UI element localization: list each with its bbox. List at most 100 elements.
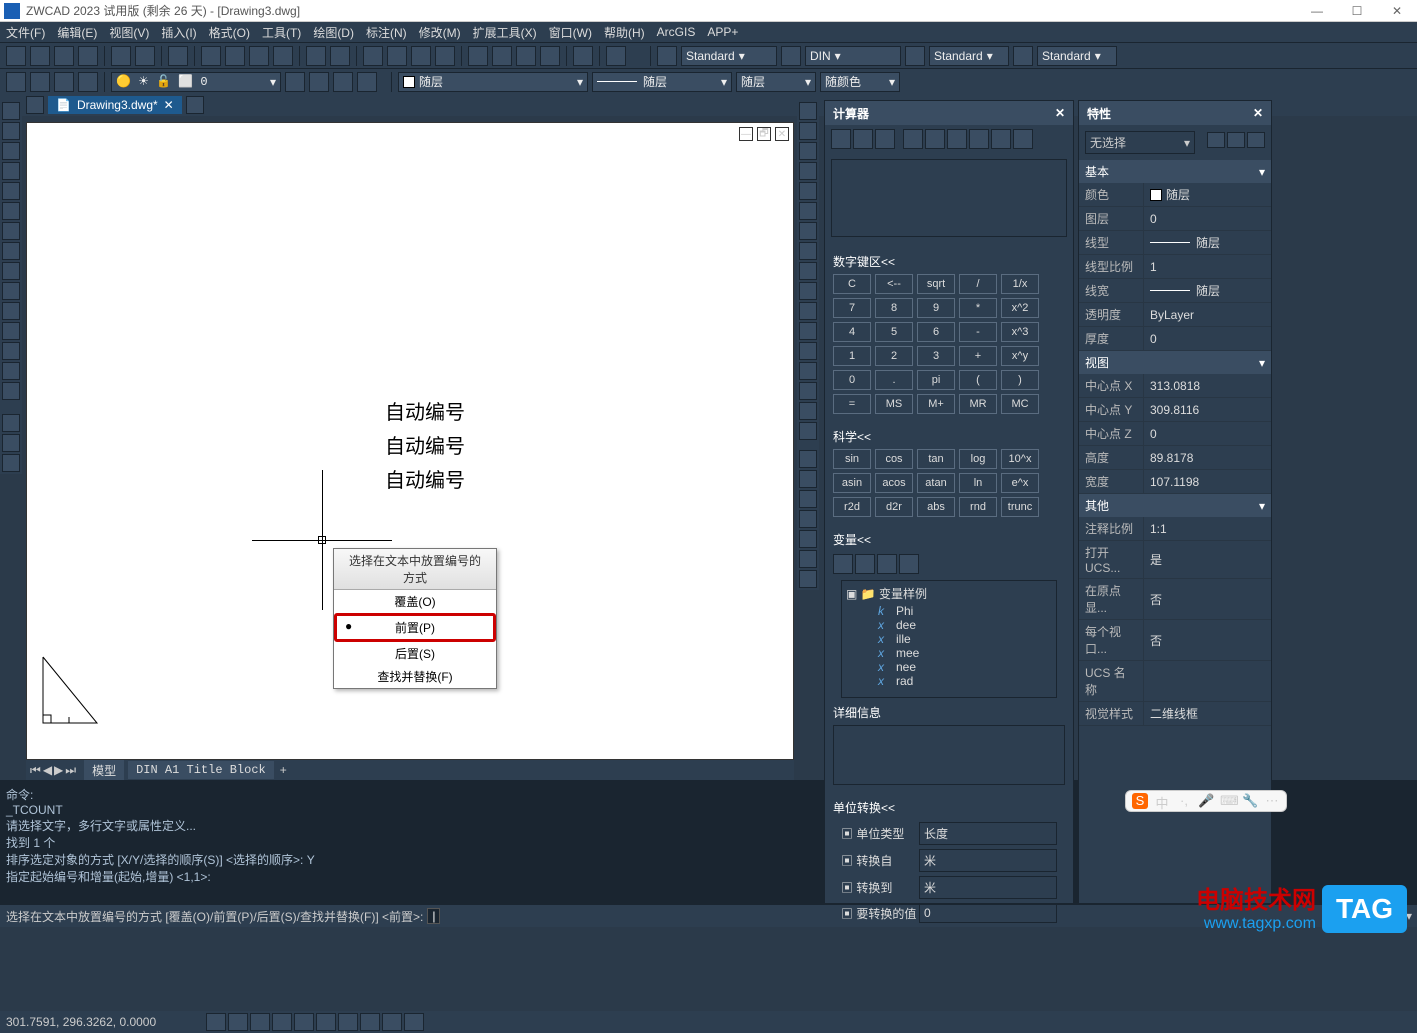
model-toggle[interactable] bbox=[382, 1013, 402, 1031]
calculator-header[interactable]: 计算器 ✕ bbox=[825, 101, 1073, 125]
props-row[interactable]: UCS 名称 bbox=[1079, 661, 1271, 702]
calc-button[interactable]: 3 bbox=[917, 346, 955, 366]
canvas-minimize-icon[interactable]: — bbox=[739, 127, 753, 141]
calc-button[interactable]: 6 bbox=[917, 322, 955, 342]
var-item[interactable]: xille bbox=[846, 632, 1052, 646]
add-layout-icon[interactable]: + bbox=[274, 761, 293, 779]
osnap3-icon[interactable] bbox=[799, 490, 817, 508]
calc-getdist-icon[interactable] bbox=[925, 129, 945, 149]
props-row[interactable]: 线型随层 bbox=[1079, 231, 1271, 255]
layer-manage2-icon[interactable] bbox=[309, 72, 329, 92]
menu-item[interactable]: 视图(V) bbox=[109, 24, 149, 41]
calc-x-icon[interactable] bbox=[991, 129, 1011, 149]
menu-item[interactable]: 帮助(H) bbox=[604, 24, 645, 41]
props-row[interactable]: 宽度107.1198 bbox=[1079, 470, 1271, 494]
xline-icon[interactable] bbox=[2, 122, 20, 140]
model-tab[interactable]: 模型 bbox=[84, 760, 124, 781]
calc-button[interactable]: 8 bbox=[875, 298, 913, 318]
revcloud-icon[interactable] bbox=[2, 242, 20, 260]
line-icon[interactable] bbox=[2, 102, 20, 120]
print-preview-icon[interactable] bbox=[135, 46, 155, 66]
props-row[interactable]: 中心点 Y309.8116 bbox=[1079, 398, 1271, 422]
calc-display[interactable] bbox=[831, 159, 1067, 237]
props-row[interactable]: 视觉样式二维线框 bbox=[1079, 702, 1271, 726]
calc-button[interactable]: 9 bbox=[917, 298, 955, 318]
sci-button[interactable]: abs bbox=[917, 497, 955, 517]
layout-tab[interactable]: DIN A1 Title Block bbox=[128, 761, 274, 779]
var-item[interactable]: xmee bbox=[846, 646, 1052, 660]
variables-tree[interactable]: ▣ 📁 变量样例 kPhixdeexillexmeexneexrad bbox=[841, 580, 1057, 698]
move-icon[interactable] bbox=[799, 202, 817, 220]
sci-button[interactable]: atan bbox=[917, 473, 955, 493]
calc-button[interactable]: C bbox=[833, 274, 871, 294]
props-group-header[interactable]: 视图▾ bbox=[1079, 351, 1271, 374]
mleaderstyle-icon[interactable] bbox=[1013, 46, 1033, 66]
erase-icon[interactable] bbox=[799, 102, 817, 120]
context-item-findreplace[interactable]: 查找并替换(F) bbox=[334, 665, 496, 688]
matchprop-icon[interactable] bbox=[273, 46, 293, 66]
variables-section-label[interactable]: 变量<< bbox=[833, 531, 1065, 548]
props-row[interactable]: 透明度ByLayer bbox=[1079, 303, 1271, 327]
block-icon[interactable] bbox=[2, 342, 20, 360]
gradient-icon[interactable] bbox=[2, 414, 20, 432]
dimstyle-icon[interactable] bbox=[781, 46, 801, 66]
sci-button[interactable]: 10^x bbox=[1001, 449, 1039, 469]
props-row[interactable]: 图层0 bbox=[1079, 207, 1271, 231]
canvas-maximize-icon[interactable]: 🗗 bbox=[757, 127, 771, 141]
arc-icon[interactable] bbox=[2, 202, 20, 220]
ime-more-icon[interactable]: ⋯ bbox=[1264, 793, 1280, 809]
linetype-dropdown[interactable]: 随层▾ bbox=[592, 72, 732, 92]
fillet-icon[interactable] bbox=[799, 382, 817, 400]
var-edit-icon[interactable] bbox=[855, 554, 875, 574]
calc-getpt-icon[interactable] bbox=[903, 129, 923, 149]
menu-item[interactable]: 格式(O) bbox=[209, 24, 250, 41]
sci-button[interactable]: tan bbox=[917, 449, 955, 469]
var-del-icon[interactable] bbox=[877, 554, 897, 574]
selectobj-icon[interactable] bbox=[1247, 132, 1265, 148]
props-row[interactable]: 注释比例1:1 bbox=[1079, 517, 1271, 541]
otrack-toggle[interactable] bbox=[316, 1013, 336, 1031]
props-icon[interactable] bbox=[468, 46, 488, 66]
maximize-button[interactable]: ☐ bbox=[1337, 4, 1377, 18]
var-item[interactable]: xnee bbox=[846, 660, 1052, 674]
designcenter-icon[interactable] bbox=[492, 46, 512, 66]
hatch-icon[interactable] bbox=[573, 46, 593, 66]
menu-item[interactable]: 标注(N) bbox=[366, 24, 407, 41]
props-row[interactable]: 颜色随层 bbox=[1079, 183, 1271, 207]
props-group-header[interactable]: 其他▾ bbox=[1079, 494, 1271, 517]
calc-button[interactable]: . bbox=[875, 370, 913, 390]
ime-softkb-icon[interactable]: ⌨ bbox=[1220, 793, 1236, 809]
props-row[interactable]: 中心点 X313.0818 bbox=[1079, 374, 1271, 398]
calc-button[interactable]: MS bbox=[875, 394, 913, 414]
tab-next-icon[interactable]: ▶ bbox=[54, 763, 63, 778]
undo-icon[interactable] bbox=[306, 46, 326, 66]
calc-button[interactable]: * bbox=[959, 298, 997, 318]
zoom-icon[interactable] bbox=[387, 46, 407, 66]
tab-first-icon[interactable]: ⏮ bbox=[30, 763, 41, 778]
layer-manage3-icon[interactable] bbox=[333, 72, 353, 92]
ime-lang[interactable]: 中 bbox=[1154, 793, 1170, 809]
calc-help-icon[interactable] bbox=[1013, 129, 1033, 149]
hatch2-icon[interactable] bbox=[2, 382, 20, 400]
calc-button[interactable]: <-- bbox=[875, 274, 913, 294]
pickadd-icon[interactable] bbox=[1227, 132, 1245, 148]
props-row[interactable]: 打开 UCS...是 bbox=[1079, 541, 1271, 579]
osnap6-icon[interactable] bbox=[799, 550, 817, 568]
rect-icon[interactable] bbox=[2, 182, 20, 200]
calc-clear-icon[interactable] bbox=[831, 129, 851, 149]
copy2-icon[interactable] bbox=[799, 122, 817, 140]
sci-button[interactable]: rnd bbox=[959, 497, 997, 517]
var-item[interactable]: xrad bbox=[846, 674, 1052, 688]
menu-item[interactable]: 窗口(W) bbox=[549, 24, 592, 41]
osnap-toggle[interactable] bbox=[294, 1013, 314, 1031]
calc-button[interactable]: M+ bbox=[917, 394, 955, 414]
osnap5-icon[interactable] bbox=[799, 530, 817, 548]
ime-voice-icon[interactable]: 🎤 bbox=[1198, 793, 1214, 809]
var-folder[interactable]: ▣ 📁 变量样例 bbox=[846, 585, 1052, 602]
calc-button[interactable]: MC bbox=[1001, 394, 1039, 414]
calc-getangle-icon[interactable] bbox=[947, 129, 967, 149]
menu-item[interactable]: 扩展工具(X) bbox=[473, 24, 537, 41]
layer-prev-icon[interactable] bbox=[357, 72, 377, 92]
menu-item[interactable]: ArcGIS bbox=[657, 25, 696, 39]
ellipse-icon[interactable] bbox=[2, 282, 20, 300]
